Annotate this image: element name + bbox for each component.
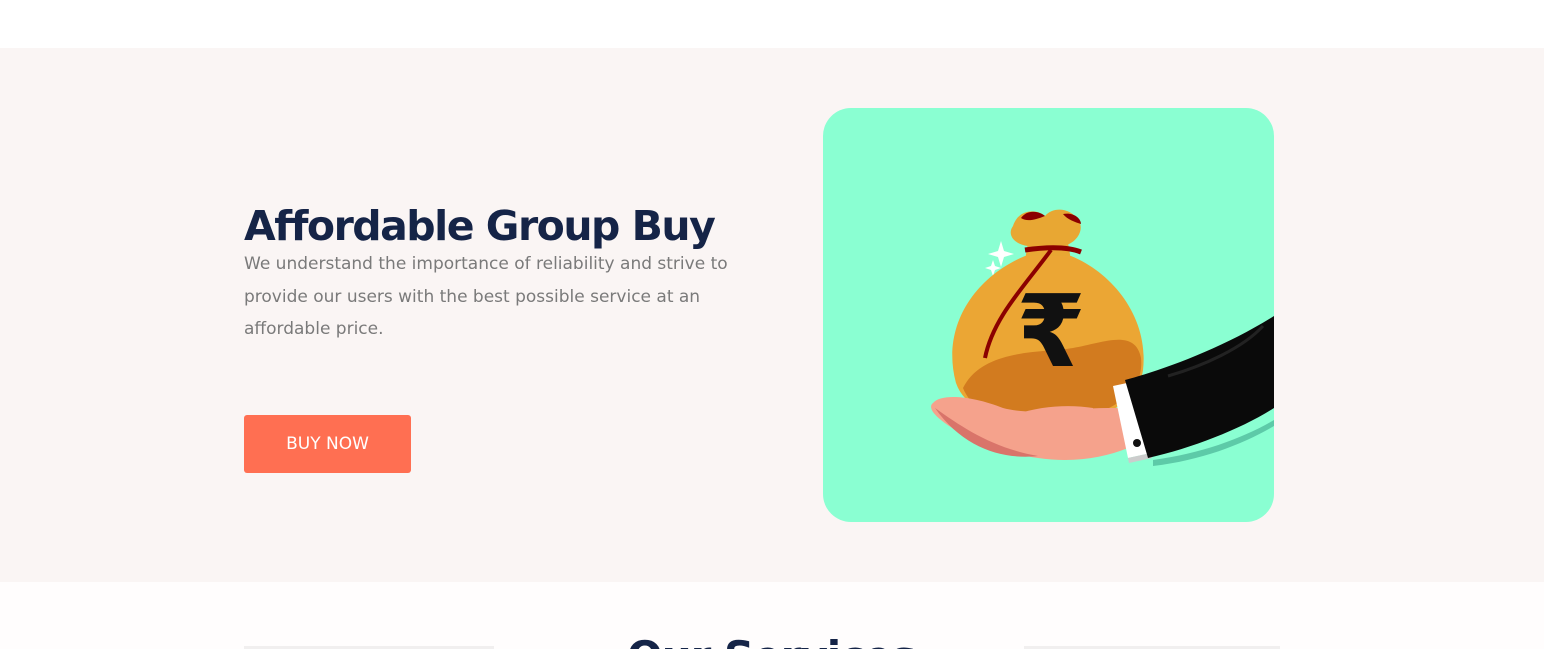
services-title: Our Services bbox=[627, 632, 917, 649]
hero-illustration-card: ₹ bbox=[823, 108, 1274, 522]
top-spacer bbox=[0, 0, 1544, 48]
buy-now-button[interactable]: BUY NOW bbox=[244, 415, 411, 473]
hero-title: Affordable Group Buy bbox=[244, 202, 716, 250]
hero-section: Affordable Group Buy We understand the i… bbox=[0, 48, 1544, 582]
rupee-symbol: ₹ bbox=[1016, 273, 1086, 390]
hero-description: We understand the importance of reliabil… bbox=[244, 254, 728, 339]
money-bag-in-hand-icon: ₹ bbox=[931, 209, 1274, 466]
services-section: Our Services bbox=[0, 582, 1544, 649]
